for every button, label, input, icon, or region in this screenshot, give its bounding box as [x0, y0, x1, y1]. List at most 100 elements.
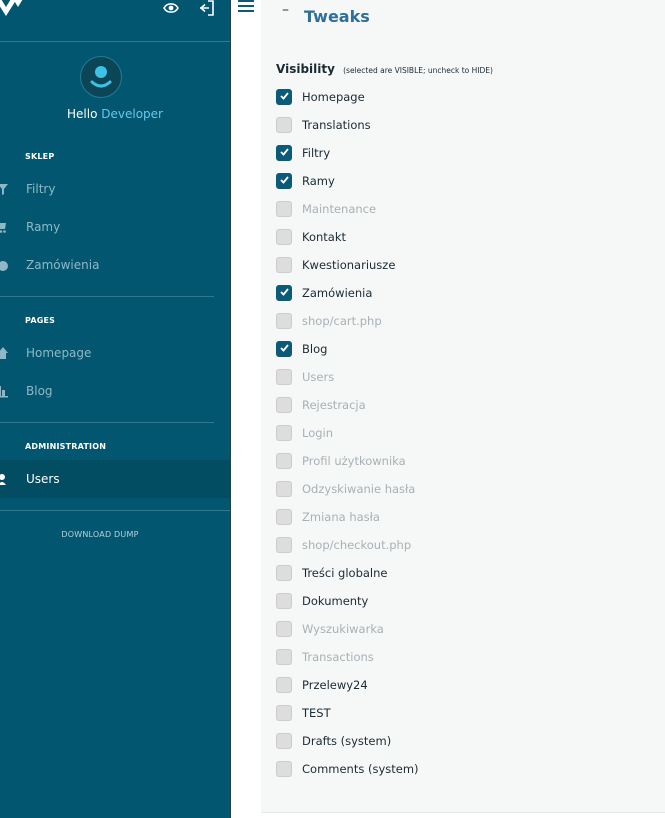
visibility-option-label: Rejestracja [302, 398, 366, 412]
visibility-option[interactable]: Treści globalne [276, 564, 656, 584]
menu-toggle-icon[interactable] [238, 0, 254, 14]
visibility-option-label: Blog [302, 342, 328, 356]
visibility-checkbox[interactable] [276, 705, 292, 721]
visibility-option-label: Translations [302, 118, 371, 132]
visibility-checkbox[interactable] [276, 285, 292, 301]
sidebar-item-label: Ramy [26, 220, 61, 234]
visibility-checkbox[interactable] [276, 425, 292, 441]
sidebar-item-label: Blog [26, 384, 53, 398]
visibility-option[interactable]: Login [276, 424, 656, 444]
visibility-option[interactable]: TEST [276, 704, 656, 724]
visibility-option[interactable]: Zamówienia [276, 284, 656, 304]
logout-icon[interactable] [199, 0, 215, 16]
check-icon [280, 92, 289, 100]
visibility-option-label: shop/cart.php [302, 314, 382, 328]
avatar[interactable] [80, 56, 122, 98]
user-name[interactable]: Developer [101, 107, 163, 121]
visibility-option[interactable]: Wyszukiwarka [276, 620, 656, 640]
visibility-option-label: Login [302, 426, 334, 440]
visibility-option[interactable]: Dokumenty [276, 592, 656, 612]
sidebar-header [0, 0, 230, 42]
sidebar-item-zamowienia[interactable]: Zamówienia [0, 246, 230, 284]
visibility-checkbox[interactable] [276, 117, 292, 133]
visibility-checkbox[interactable] [276, 229, 292, 245]
visibility-option-label: Transactions [302, 650, 374, 664]
visibility-checkbox[interactable] [276, 341, 292, 357]
sidebar-item-filtry[interactable]: Filtry [0, 170, 230, 208]
visibility-checkbox[interactable] [276, 481, 292, 497]
visibility-checkbox[interactable] [276, 313, 292, 329]
visibility-checkbox[interactable] [276, 621, 292, 637]
visibility-option-label: Homepage [302, 90, 365, 104]
check-icon [280, 148, 289, 156]
sidebar-item-label: Filtry [26, 182, 56, 196]
sidebar-item-users[interactable]: Users [0, 460, 230, 498]
cart-icon [0, 223, 6, 233]
visibility-checkbox[interactable] [276, 257, 292, 273]
visibility-checkbox[interactable] [276, 145, 292, 161]
sidebar-item-blog[interactable]: Blog [0, 372, 230, 410]
visibility-checkbox[interactable] [276, 89, 292, 105]
visibility-checkbox[interactable] [276, 733, 292, 749]
collapse-button[interactable]: – [282, 2, 289, 18]
visibility-option[interactable]: Blog [276, 340, 656, 360]
home-icon [0, 347, 8, 359]
visibility-option-label: Ramy [302, 174, 335, 188]
user-avatar-icon [90, 66, 112, 88]
visibility-option[interactable]: Rejestracja [276, 396, 656, 416]
visibility-checkbox[interactable] [276, 173, 292, 189]
visibility-label: Visibility [276, 62, 335, 76]
visibility-checkbox[interactable] [276, 201, 292, 217]
visibility-option[interactable]: Drafts (system) [276, 732, 656, 752]
visibility-option-label: Treści globalne [302, 566, 388, 580]
visibility-checkbox[interactable] [276, 537, 292, 553]
visibility-option[interactable]: Ramy [276, 172, 656, 192]
visibility-option[interactable]: Kontakt [276, 228, 656, 248]
section-title-sklep: SKLEP [25, 152, 55, 161]
visibility-option-label: Drafts (system) [302, 734, 392, 748]
visibility-option[interactable]: Comments (system) [276, 760, 656, 780]
visibility-option[interactable]: Zmiana hasła [276, 508, 656, 528]
visibility-option[interactable]: Translations [276, 116, 656, 136]
visibility-option-label: Odzyskiwanie hasła [302, 482, 416, 496]
visibility-option-label: Zamówienia [302, 286, 373, 300]
visibility-option[interactable]: shop/checkout.php [276, 536, 656, 556]
check-icon [280, 288, 289, 296]
section-title-pages: PAGES [25, 316, 56, 325]
download-dump-link[interactable]: DOWNLOAD DUMP [0, 530, 200, 539]
visibility-checkbox[interactable] [276, 397, 292, 413]
visibility-option-label: Users [302, 370, 335, 384]
visibility-option[interactable]: Odzyskiwanie hasła [276, 480, 656, 500]
visibility-checkbox[interactable] [276, 509, 292, 525]
order-icon [0, 261, 8, 271]
visibility-option[interactable]: Maintenance [276, 200, 656, 220]
visibility-checkbox[interactable] [276, 761, 292, 777]
check-icon [280, 176, 289, 184]
visibility-checkbox[interactable] [276, 565, 292, 581]
sidebar-divider [0, 422, 214, 423]
visibility-checkbox[interactable] [276, 453, 292, 469]
visibility-option[interactable]: Profil użytkownika [276, 452, 656, 472]
visibility-option[interactable]: Users [276, 368, 656, 388]
visibility-checkbox[interactable] [276, 593, 292, 609]
visibility-checkbox[interactable] [276, 369, 292, 385]
sidebar-item-label: Users [26, 472, 60, 486]
sidebar-item-ramy[interactable]: Ramy [0, 208, 230, 246]
sidebar-item-homepage[interactable]: Homepage [0, 334, 230, 372]
visibility-checkbox[interactable] [276, 649, 292, 665]
sidebar-item-label: Zamówienia [26, 258, 100, 272]
logo-icon[interactable] [0, 0, 32, 24]
visibility-option[interactable]: Transactions [276, 648, 656, 668]
eye-icon[interactable] [163, 0, 179, 16]
visibility-option-label: Filtry [302, 146, 331, 160]
visibility-option[interactable]: Filtry [276, 144, 656, 164]
visibility-option[interactable]: Kwestionariusze [276, 256, 656, 276]
visibility-option-label: Zmiana hasła [302, 510, 380, 524]
visibility-option[interactable]: Przelewy24 [276, 676, 656, 696]
visibility-checkbox[interactable] [276, 677, 292, 693]
section-title-administration: ADMINISTRATION [25, 442, 107, 451]
visibility-option-label: shop/checkout.php [302, 538, 412, 552]
visibility-option[interactable]: Homepage [276, 88, 656, 108]
visibility-option[interactable]: shop/cart.php [276, 312, 656, 332]
sidebar-divider [0, 296, 214, 297]
